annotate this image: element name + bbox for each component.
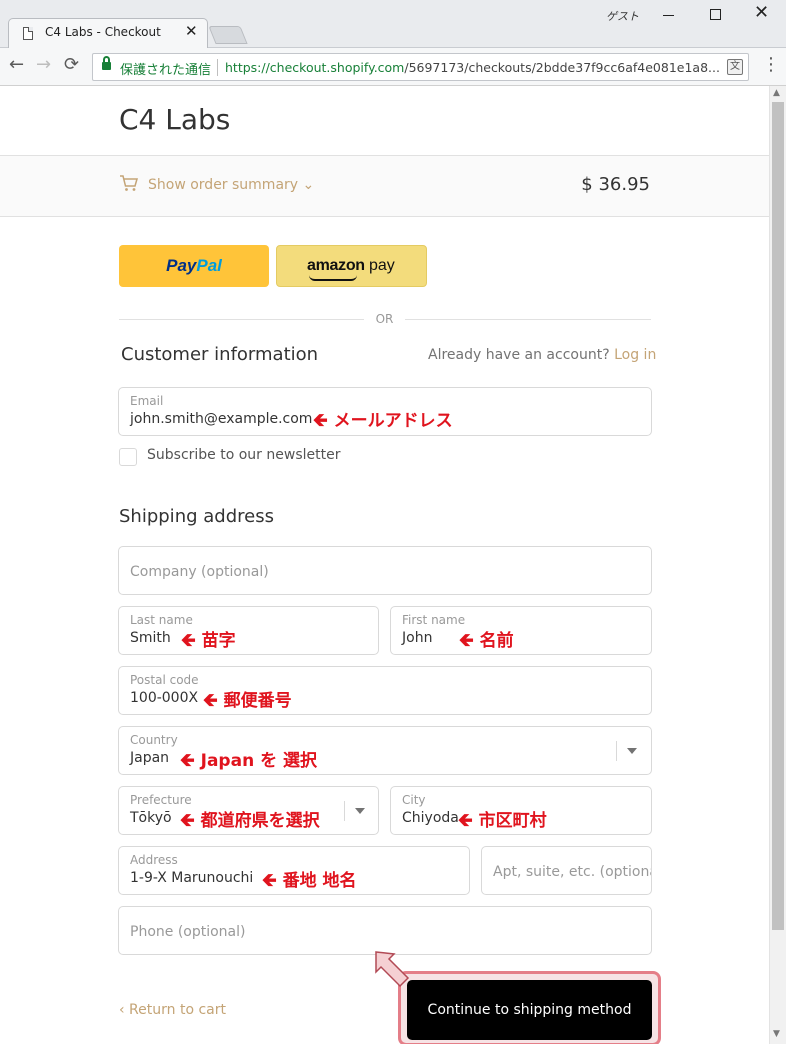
divider-left	[119, 319, 364, 320]
annotation-first-name: 🡸 名前	[459, 630, 514, 651]
scroll-up-icon[interactable]: ▲	[773, 88, 780, 98]
red-arrow-icon: 🡸	[203, 690, 218, 711]
continue-to-shipping-button[interactable]: Continue to shipping method	[407, 980, 652, 1040]
phone-field[interactable]: Phone (optional)	[118, 906, 652, 955]
email-label: Email	[130, 394, 164, 408]
red-arrow-icon: 🡸	[181, 630, 196, 651]
reload-icon[interactable]: ⟳	[64, 54, 79, 75]
cart-icon	[120, 175, 138, 191]
first-name-field[interactable]: First name John	[390, 606, 652, 655]
new-tab-button[interactable]	[208, 26, 248, 44]
store-name[interactable]: C4 Labs	[119, 103, 230, 136]
url-path: /5697173/checkouts/2bdde37f9cc6af4e081e1…	[404, 60, 720, 75]
back-icon[interactable]: ←	[9, 54, 24, 75]
select-divider	[344, 801, 345, 821]
apt-field[interactable]: Apt, suite, etc. (optional)	[481, 846, 652, 895]
address-bar[interactable]: 保護された通信 https://checkout.shopify.com/569…	[92, 53, 749, 81]
order-total: $ 36.95	[581, 174, 650, 195]
annotation-prefecture: 🡸 都道府県を選択	[180, 810, 320, 831]
scrollbar-thumb[interactable]	[772, 102, 784, 930]
return-to-cart-link[interactable]: ‹ Return to cart	[119, 1002, 226, 1018]
country-label: Country	[130, 733, 178, 747]
address-label: Address	[130, 853, 178, 867]
pointer-arrow-icon	[375, 951, 410, 988]
prefecture-value: Tōkyō	[130, 810, 172, 826]
company-field[interactable]: Company (optional)	[118, 546, 652, 595]
guest-profile-label[interactable]: ゲスト	[606, 8, 639, 24]
browser-menu-icon[interactable]: ⋮	[762, 54, 780, 75]
chevron-down-icon[interactable]	[627, 748, 637, 754]
customer-information-heading: Customer information	[121, 344, 319, 365]
tab-title: C4 Labs - Checkout	[45, 25, 161, 39]
lock-icon	[102, 56, 111, 70]
address-value: 1-9-X Marunouchi	[130, 870, 254, 886]
chevron-down-icon[interactable]	[355, 808, 365, 814]
window-close-icon[interactable]: ✕	[754, 2, 769, 23]
browser-tab[interactable]: C4 Labs - Checkout ✕	[8, 18, 208, 48]
continue-button-highlight: Continue to shipping method	[398, 971, 661, 1044]
apt-placeholder: Apt, suite, etc. (optional)	[493, 864, 651, 880]
scroll-down-icon[interactable]: ▼	[773, 1029, 780, 1039]
amazon-pay-button[interactable]: amazon pay	[276, 245, 427, 287]
forward-icon[interactable]: →	[36, 54, 51, 75]
document-icon	[23, 27, 33, 40]
prefecture-label: Prefecture	[130, 793, 192, 807]
red-arrow-icon: 🡸	[262, 870, 277, 891]
amazon-logo-text: amazon	[307, 257, 365, 274]
minimize-icon[interactable]	[663, 15, 674, 16]
omnibox-divider	[217, 59, 218, 76]
postal-code-value: 100-000X	[130, 690, 199, 706]
last-name-label: Last name	[130, 613, 193, 627]
last-name-field[interactable]: Last name Smith	[118, 606, 379, 655]
newsletter-label[interactable]: Subscribe to our newsletter	[147, 447, 340, 463]
maximize-icon[interactable]	[710, 9, 721, 20]
login-link[interactable]: Log in	[614, 347, 656, 363]
city-value: Chiyoda	[402, 810, 459, 826]
order-summary-bar[interactable]: Show order summary ⌄ $ 36.95	[0, 155, 769, 217]
red-arrow-icon: 🡸	[180, 750, 195, 771]
first-name-label: First name	[402, 613, 466, 627]
red-arrow-icon: 🡸	[313, 410, 328, 431]
divider-right	[405, 319, 651, 320]
country-value: Japan	[130, 750, 170, 766]
red-arrow-icon: 🡸	[459, 630, 474, 651]
city-label: City	[402, 793, 426, 807]
annotation-address: 🡸 番地 地名	[262, 870, 357, 891]
shipping-address-heading: Shipping address	[119, 506, 274, 527]
newsletter-checkbox[interactable]	[119, 448, 137, 466]
amazon-smile-icon	[309, 275, 357, 281]
or-separator: OR	[375, 312, 394, 326]
postal-code-label: Postal code	[130, 673, 199, 687]
annotation-last-name: 🡸 苗字	[181, 630, 236, 651]
annotation-country: 🡸 Japan を 選択	[180, 750, 318, 771]
company-placeholder: Company (optional)	[130, 564, 269, 580]
first-name-value: John	[402, 630, 433, 646]
secure-connection-label: 保護された通信	[120, 63, 212, 78]
tab-close-icon[interactable]: ✕	[185, 22, 198, 40]
last-name-value: Smith	[130, 630, 171, 646]
url-host: https://checkout.shopify.com	[225, 60, 405, 75]
account-prompt: Already have an account? Log in	[428, 347, 656, 363]
annotation-email: 🡸 メールアドレス	[313, 410, 453, 431]
url-text[interactable]: https://checkout.shopify.com/5697173/che…	[225, 60, 721, 75]
browser-toolbar: ← → ⟳ 保護された通信 https://checkout.shopify.c…	[0, 48, 786, 86]
red-arrow-icon: 🡸	[458, 810, 473, 831]
browser-tab-bar: C4 Labs - Checkout ✕ ゲスト ✕	[0, 0, 786, 48]
annotation-postal-code: 🡸 郵便番号	[203, 690, 292, 711]
email-value: john.smith@example.com	[130, 411, 313, 427]
phone-placeholder: Phone (optional)	[130, 924, 246, 940]
amazon-pay-text: pay	[369, 257, 395, 274]
annotation-city: 🡸 市区町村	[458, 810, 547, 831]
translate-icon[interactable]: 文	[727, 59, 743, 75]
paypal-button[interactable]: PayPal	[119, 245, 269, 287]
select-divider	[616, 741, 617, 761]
postal-code-field[interactable]: Postal code 100-000X	[118, 666, 652, 715]
show-order-summary-toggle[interactable]: Show order summary ⌄	[148, 177, 314, 193]
account-prompt-text: Already have an account?	[428, 347, 610, 363]
red-arrow-icon: 🡸	[180, 810, 195, 831]
